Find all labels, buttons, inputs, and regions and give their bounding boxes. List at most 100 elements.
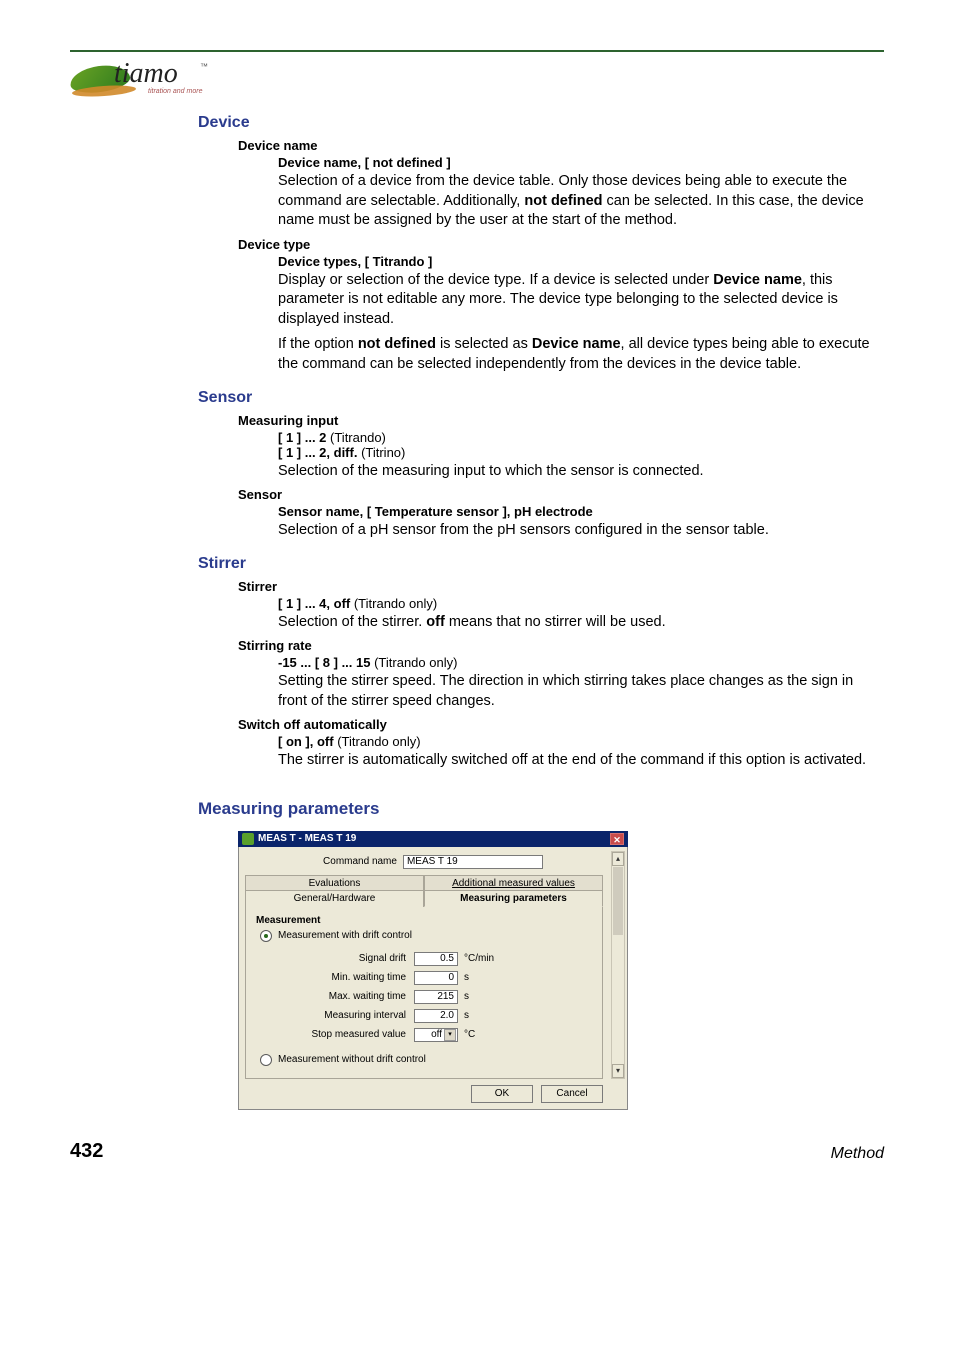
stirrer-title: Stirrer bbox=[238, 579, 884, 594]
device-type-body-a: Display or selection of the device type.… bbox=[278, 271, 884, 330]
stop-label: Stop measured value bbox=[256, 1029, 414, 1040]
tab-general-hardware[interactable]: General/Hardware bbox=[245, 890, 424, 907]
command-name-label: Command name bbox=[323, 856, 397, 867]
text: (Titrando only) bbox=[350, 596, 437, 611]
device-type-title: Device type bbox=[238, 237, 884, 252]
device-name-value: Device name, [ not defined ] bbox=[278, 155, 884, 170]
text: Display or selection of the device type.… bbox=[278, 272, 713, 288]
bold: Device name bbox=[713, 272, 802, 288]
section-device-heading: Device bbox=[198, 114, 884, 132]
scroll-thumb[interactable] bbox=[613, 867, 623, 936]
measuring-input-title: Measuring input bbox=[238, 413, 884, 428]
section-measparam-heading: Measuring parameters bbox=[198, 799, 884, 819]
dialog-titlebar: MEAS T - MEAS T 19 ✕ bbox=[238, 831, 628, 847]
bold: [ on ], off bbox=[278, 734, 334, 749]
text: is selected as bbox=[436, 336, 532, 352]
interval-label: Measuring interval bbox=[256, 1010, 414, 1021]
group-measurement-label: Measurement bbox=[256, 915, 592, 926]
stop-unit: °C bbox=[464, 1029, 475, 1040]
signal-drift-unit: °C/min bbox=[464, 953, 494, 964]
bold: -15 ... [ 8 ] ... 15 bbox=[278, 655, 370, 670]
ok-button[interactable]: OK bbox=[471, 1085, 533, 1103]
max-wait-label: Max. waiting time bbox=[256, 991, 414, 1002]
radio-label: Measurement with drift control bbox=[278, 930, 412, 941]
bold: not defined bbox=[524, 193, 602, 209]
bold: [ 1 ] ... 4, off bbox=[278, 596, 350, 611]
dialog-body: ▴ ▾ Command name Evaluations Additional … bbox=[238, 847, 628, 1110]
app-icon bbox=[242, 833, 254, 845]
device-type-body-b: If the option not defined is selected as… bbox=[278, 335, 884, 374]
interval-unit: s bbox=[464, 1010, 469, 1021]
text: (Titrando only) bbox=[334, 734, 421, 749]
sensor-body: Selection of a pH sensor from the pH sen… bbox=[278, 521, 884, 541]
autooff-value: [ on ], off (Titrando only) bbox=[278, 734, 884, 749]
measuring-input-value-2: [ 1 ] ... 2, diff. (Titrino) bbox=[278, 445, 884, 460]
text: Selection of the stirrer. bbox=[278, 614, 426, 630]
header-rule bbox=[70, 50, 884, 52]
logo-text: tiamo bbox=[114, 58, 178, 90]
radio-icon[interactable] bbox=[260, 1054, 272, 1066]
scroll-up-icon[interactable]: ▴ bbox=[612, 852, 624, 866]
min-wait-unit: s bbox=[464, 972, 469, 983]
bold: [ 1 ] ... 2 bbox=[278, 430, 326, 445]
signal-drift-input[interactable] bbox=[414, 952, 458, 966]
command-name-input[interactable] bbox=[403, 855, 543, 869]
bold: Device name bbox=[532, 336, 621, 352]
tab-measuring-parameters[interactable]: Measuring parameters bbox=[424, 890, 603, 907]
stirrer-value: [ 1 ] ... 4, off (Titrando only) bbox=[278, 596, 884, 611]
measuring-input-value-1: [ 1 ] ... 2 (Titrando) bbox=[278, 430, 884, 445]
text: (Titrino) bbox=[357, 445, 405, 460]
page-footer: 432 Method bbox=[70, 1140, 884, 1163]
stop-select[interactable]: off ▾ bbox=[414, 1028, 458, 1042]
device-name-title: Device name bbox=[238, 138, 884, 153]
sensor-title: Sensor bbox=[238, 487, 884, 502]
radio-label: Measurement without drift control bbox=[278, 1054, 426, 1065]
dialog-screenshot: MEAS T - MEAS T 19 ✕ ▴ ▾ Command name Ev… bbox=[238, 831, 628, 1110]
min-wait-input[interactable] bbox=[414, 971, 458, 985]
chevron-down-icon[interactable]: ▾ bbox=[444, 1029, 456, 1041]
stirring-rate-title: Stirring rate bbox=[238, 638, 884, 653]
max-wait-input[interactable] bbox=[414, 990, 458, 1004]
measuring-input-body: Selection of the measuring input to whic… bbox=[278, 462, 884, 482]
autooff-title: Switch off automatically bbox=[238, 717, 884, 732]
logo-row: tiamo ™ titration and more bbox=[70, 58, 884, 100]
bold: not defined bbox=[358, 336, 436, 352]
scroll-gap bbox=[612, 936, 624, 1063]
page-number: 432 bbox=[70, 1140, 103, 1163]
cancel-button[interactable]: Cancel bbox=[541, 1085, 603, 1103]
stirrer-body: Selection of the stirrer. off means that… bbox=[278, 613, 884, 633]
bold: [ 1 ] ... 2, diff. bbox=[278, 445, 357, 460]
interval-input[interactable] bbox=[414, 1009, 458, 1023]
tab-panel: Measurement Measurement with drift contr… bbox=[245, 906, 603, 1079]
dialog-title: MEAS T - MEAS T 19 bbox=[258, 833, 356, 844]
radio-without-drift[interactable]: Measurement without drift control bbox=[260, 1054, 592, 1066]
device-name-body: Selection of a device from the device ta… bbox=[278, 172, 884, 231]
tab-additional-measured-values[interactable]: Additional measured values bbox=[424, 875, 603, 891]
text: If the option bbox=[278, 336, 358, 352]
stirring-rate-body: Setting the stirrer speed. The direction… bbox=[278, 672, 884, 711]
device-type-value: Device types, [ Titrando ] bbox=[278, 254, 884, 269]
radio-icon[interactable] bbox=[260, 930, 272, 942]
logo-tagline: titration and more bbox=[148, 88, 202, 95]
stirring-rate-value: -15 ... [ 8 ] ... 15 (Titrando only) bbox=[278, 655, 884, 670]
signal-drift-label: Signal drift bbox=[256, 953, 414, 964]
scrollbar[interactable]: ▴ ▾ bbox=[611, 851, 625, 1079]
text: means that no stirrer will be used. bbox=[445, 614, 666, 630]
tab-evaluations[interactable]: Evaluations bbox=[245, 875, 424, 891]
close-icon[interactable]: ✕ bbox=[610, 833, 624, 845]
min-wait-label: Min. waiting time bbox=[256, 972, 414, 983]
sensor-value: Sensor name, [ Temperature sensor ], pH … bbox=[278, 504, 884, 519]
max-wait-unit: s bbox=[464, 991, 469, 1002]
autooff-body: The stirrer is automatically switched of… bbox=[278, 751, 884, 771]
scroll-down-icon[interactable]: ▾ bbox=[612, 1064, 624, 1078]
brand-logo: tiamo ™ titration and more bbox=[70, 58, 210, 100]
text: (Titrando) bbox=[326, 430, 385, 445]
logo-trademark: ™ bbox=[200, 62, 208, 71]
section-sensor-heading: Sensor bbox=[198, 389, 884, 407]
section-stirrer-heading: Stirrer bbox=[198, 555, 884, 573]
footer-section: Method bbox=[831, 1145, 884, 1163]
stop-select-value: off bbox=[431, 1029, 442, 1040]
text: (Titrando only) bbox=[370, 655, 457, 670]
bold: off bbox=[426, 614, 445, 630]
radio-with-drift[interactable]: Measurement with drift control bbox=[260, 930, 592, 942]
